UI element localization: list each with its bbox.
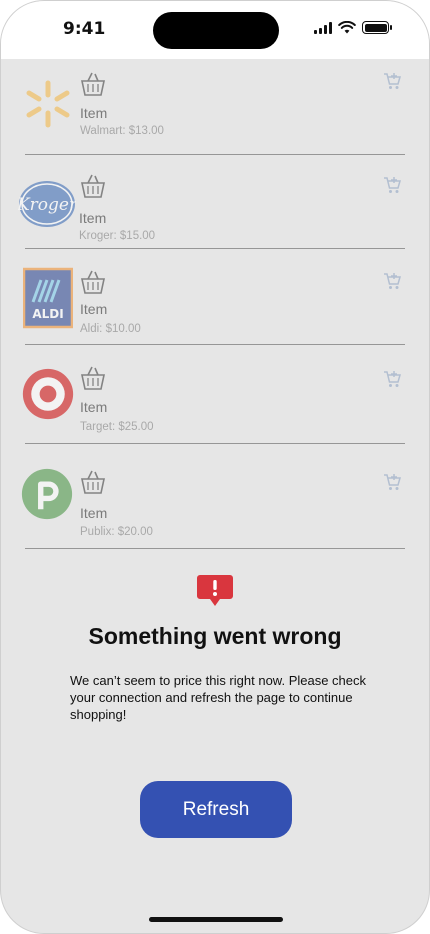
basket-icon xyxy=(81,366,105,390)
basket-icon xyxy=(81,72,105,96)
home-indicator[interactable] xyxy=(149,917,283,922)
list-item[interactable]: Item Target: $25.00 xyxy=(1,345,429,444)
battery-icon xyxy=(362,21,392,34)
status-time: 9:41 xyxy=(63,19,106,39)
add-to-cart-icon[interactable] xyxy=(382,472,402,492)
item-label: Item xyxy=(79,210,107,226)
kroger-logo: Kroger xyxy=(18,181,76,227)
alert-icon xyxy=(197,575,233,606)
list-item[interactable]: ALDI Item Aldi: $10.00 xyxy=(1,249,429,345)
item-label: Item xyxy=(80,105,108,121)
wifi-icon xyxy=(338,21,356,34)
walmart-logo xyxy=(26,80,70,128)
add-to-cart-icon[interactable] xyxy=(382,271,402,291)
store-price: Publix: $20.00 xyxy=(80,526,153,538)
list-item[interactable]: Item Publix: $20.00 xyxy=(1,444,429,549)
status-bar: 9:41 xyxy=(1,1,429,59)
error-message: We can’t seem to price this right now. P… xyxy=(70,673,367,722)
publix-logo xyxy=(21,468,73,520)
item-label: Item xyxy=(80,301,108,317)
aldi-logo: ALDI xyxy=(23,267,73,329)
item-label: Item xyxy=(80,399,108,415)
basket-icon xyxy=(81,174,105,198)
error-title: Something went wrong xyxy=(88,623,342,649)
add-to-cart-icon[interactable] xyxy=(382,71,402,91)
store-price: Kroger: $15.00 xyxy=(79,230,156,242)
add-to-cart-icon[interactable] xyxy=(382,369,402,389)
status-icons xyxy=(314,21,392,34)
store-price: Walmart: $13.00 xyxy=(80,125,164,137)
store-price: Target: $25.00 xyxy=(80,421,154,433)
list-item[interactable]: Item Walmart: $13.00 xyxy=(1,59,429,155)
add-to-cart-icon[interactable] xyxy=(382,175,402,195)
signal-icon xyxy=(314,21,332,34)
basket-icon xyxy=(81,270,105,294)
divider xyxy=(25,548,405,549)
refresh-button[interactable]: Refresh xyxy=(140,781,292,838)
svg-text:ALDI: ALDI xyxy=(32,307,63,321)
item-label: Item xyxy=(80,505,108,521)
list-item[interactable]: Kroger Item Kroger: $15.00 xyxy=(1,155,429,249)
basket-icon xyxy=(81,470,105,494)
store-price: Aldi: $10.00 xyxy=(80,323,141,335)
target-logo xyxy=(22,368,74,420)
dynamic-island xyxy=(153,12,279,49)
svg-text:Kroger: Kroger xyxy=(18,195,76,215)
phone-screen: 9:41 Item Walmart: $13.00 Kroger Item Kr… xyxy=(0,0,430,934)
